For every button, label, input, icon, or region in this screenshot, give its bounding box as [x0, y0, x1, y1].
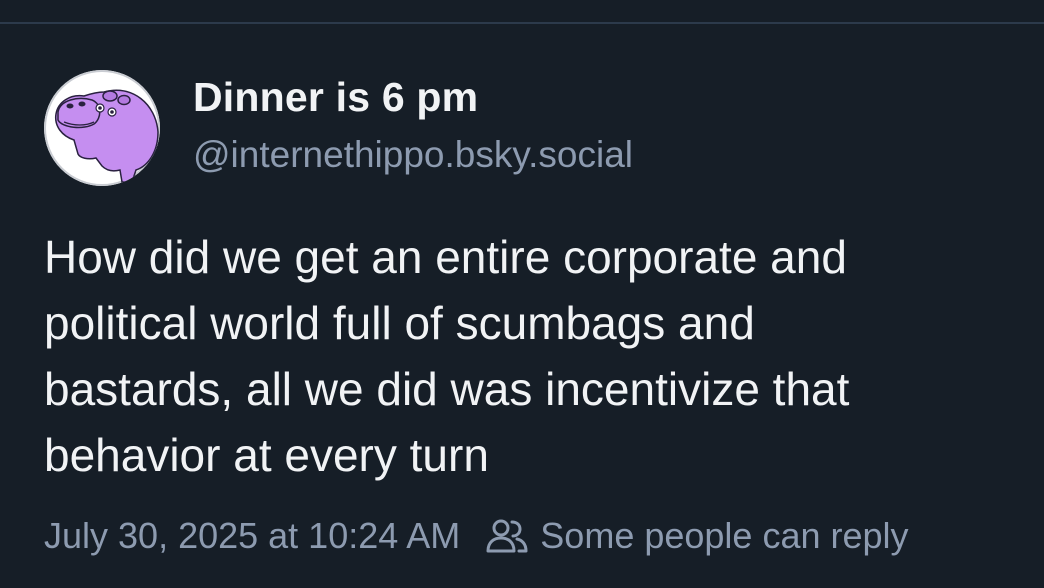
post-text-line: behavior at every turn [44, 429, 489, 481]
post: Dinner is 6 pm @internethippo.bsky.socia… [0, 24, 1044, 588]
purple-hippo-avatar-icon [44, 70, 160, 186]
people-icon [486, 519, 528, 553]
post-text: How did we get an entire corporate and p… [44, 224, 1019, 488]
post-timestamp[interactable]: July 30, 2025 at 10:24 AM [44, 515, 460, 557]
post-text-line: bastards, all we did was incentivize tha… [44, 363, 850, 415]
post-text-line: political world full of scumbags and [44, 297, 755, 349]
reply-settings-label: Some people can reply [540, 515, 909, 556]
avatar[interactable] [44, 70, 160, 186]
author-display-name[interactable]: Dinner is 6 pm [193, 74, 478, 121]
reply-settings-button[interactable]: Some people can reply [486, 515, 909, 557]
post-text-line: How did we get an entire corporate and [44, 231, 847, 283]
post-meta: July 30, 2025 at 10:24 AM Some people ca… [44, 514, 909, 558]
author-handle[interactable]: @internethippo.bsky.social [193, 134, 633, 176]
